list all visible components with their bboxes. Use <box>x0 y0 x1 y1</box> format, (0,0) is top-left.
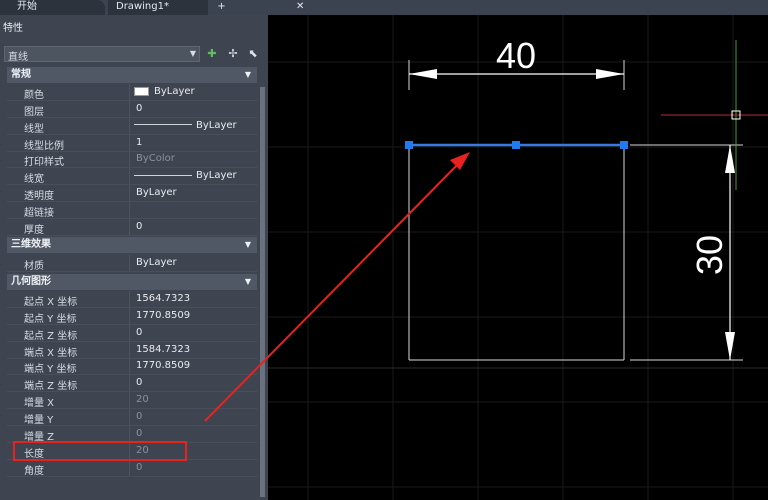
annotation-arrow <box>204 155 467 422</box>
annotation-arrowhead <box>450 152 470 170</box>
annotation-overlay <box>204 152 470 422</box>
